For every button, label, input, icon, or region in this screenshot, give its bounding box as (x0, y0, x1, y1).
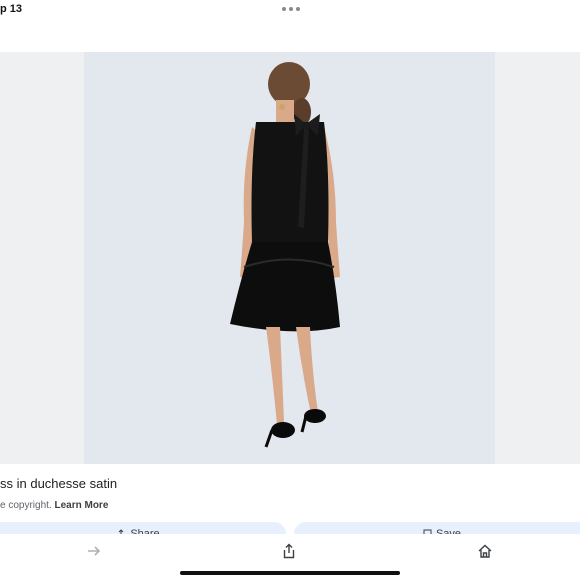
copyright-text: e copyright. (0, 500, 52, 511)
more-dots-icon[interactable] (282, 7, 300, 11)
home-indicator[interactable] (180, 571, 400, 575)
product-photo (84, 52, 495, 464)
status-time: p 13 (0, 3, 23, 15)
share-icon[interactable] (280, 542, 298, 560)
learn-more-link[interactable]: Learn More (54, 500, 108, 511)
home-icon[interactable] (476, 542, 494, 560)
status-bar: p 13 (0, 0, 580, 22)
forward-arrow-icon[interactable] (85, 542, 103, 560)
dress-model-illustration (230, 62, 340, 448)
copyright-notice: e copyright. Learn More (0, 500, 108, 511)
image-viewer[interactable] (0, 52, 580, 464)
image-title: ss in duchesse satin (0, 476, 118, 491)
